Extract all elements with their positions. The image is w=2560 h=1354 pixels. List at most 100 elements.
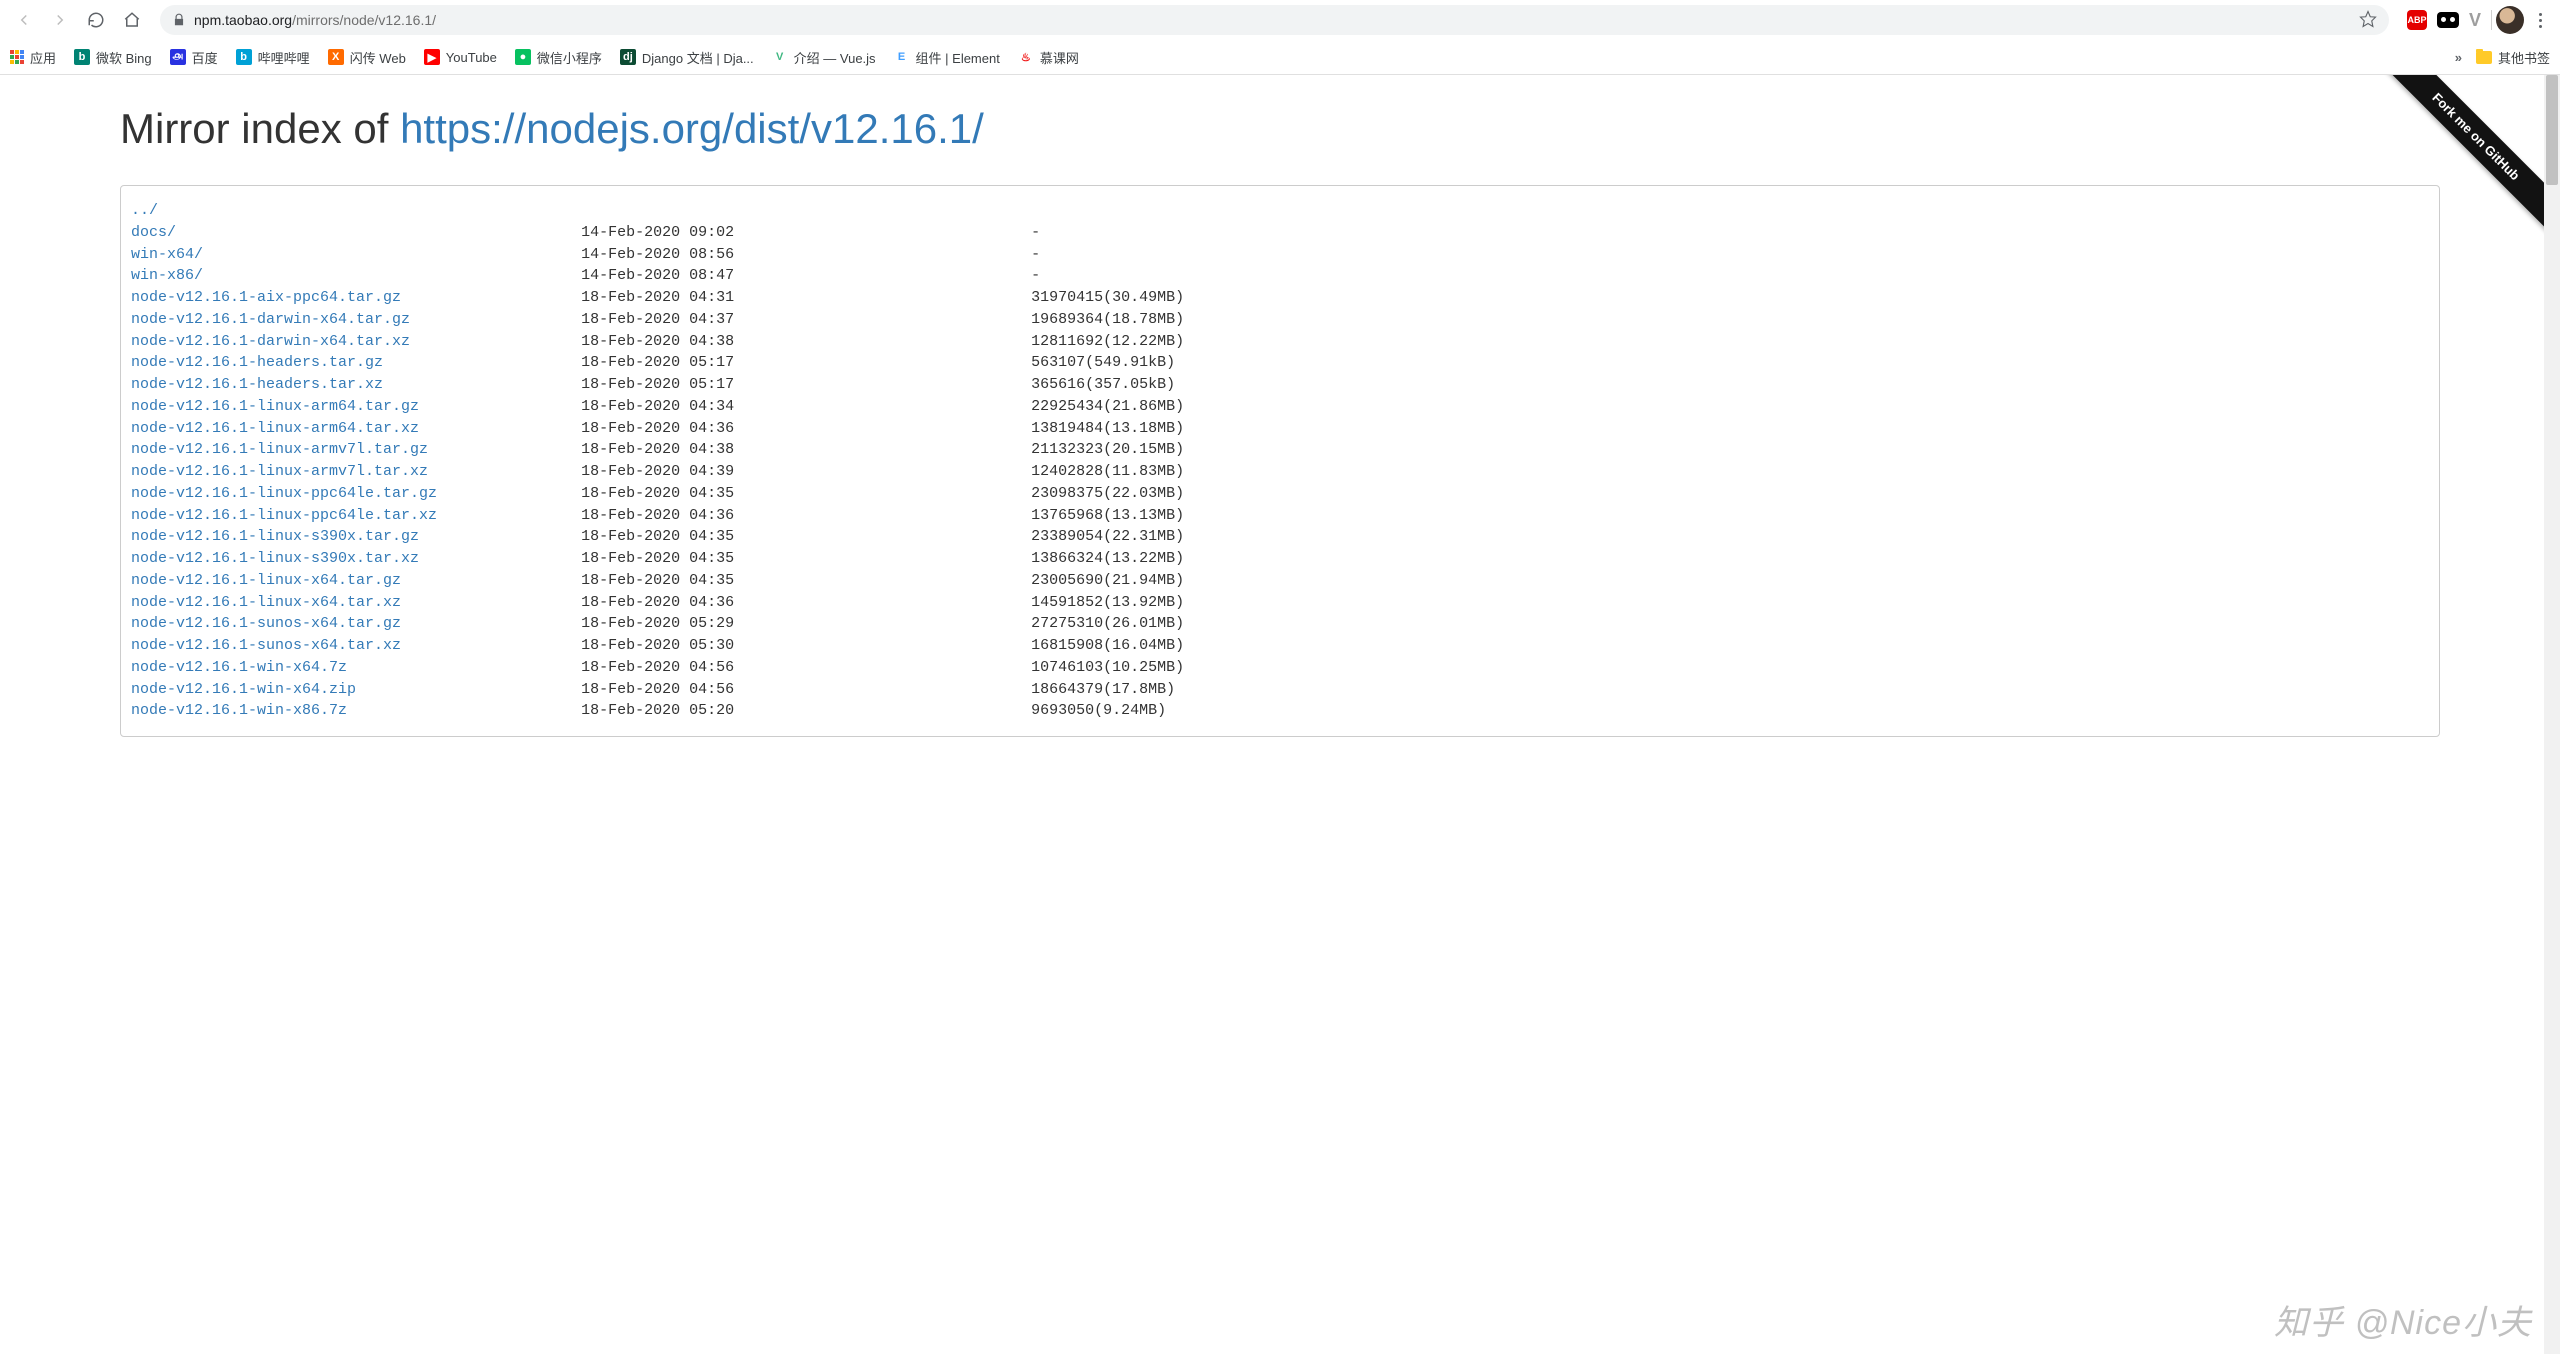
file-link[interactable]: node-v12.16.1-darwin-x64.tar.gz [131,311,410,328]
file-link[interactable]: node-v12.16.1-win-x64.7z [131,659,347,676]
bookmark-label: 慕课网 [1040,48,1079,67]
extension-icon[interactable] [2437,12,2459,28]
bookmark-label: 哔哩哔哩 [258,48,310,67]
bookmarks-overflow-button[interactable]: » [2455,50,2462,65]
listing-row: node-v12.16.1-win-x64.7z 18-Feb-2020 04:… [131,657,2429,679]
title-prefix: Mirror index of [120,105,400,152]
file-link[interactable]: node-v12.16.1-win-x64.zip [131,681,356,698]
listing-row: node-v12.16.1-linux-armv7l.tar.gz 18-Feb… [131,439,2429,461]
bookmark-label: 微软 Bing [96,48,152,67]
file-link[interactable]: win-x86/ [131,267,203,284]
url-path: /mirrors/node/v12.16.1/ [292,12,436,28]
file-link[interactable]: node-v12.16.1-linux-x64.tar.gz [131,572,401,589]
reload-button[interactable] [80,4,112,36]
bookmark-label: 组件 | Element [916,48,1000,67]
listing-row: node-v12.16.1-sunos-x64.tar.gz 18-Feb-20… [131,613,2429,635]
home-button[interactable] [116,4,148,36]
bookmark-label: YouTube [446,50,497,65]
listing-row: node-v12.16.1-linux-armv7l.tar.xz 18-Feb… [131,461,2429,483]
file-link[interactable]: node-v12.16.1-win-x86.7z [131,702,347,719]
listing-row: node-v12.16.1-linux-x64.tar.gz 18-Feb-20… [131,570,2429,592]
bookmark-star-icon[interactable] [2359,10,2377,31]
bookmark-item[interactable]: ♨慕课网 [1018,48,1079,67]
bookmark-favicon: E [894,49,910,65]
file-link[interactable]: node-v12.16.1-linux-armv7l.tar.gz [131,441,428,458]
file-link[interactable]: node-v12.16.1-linux-s390x.tar.gz [131,528,419,545]
file-link[interactable]: node-v12.16.1-linux-arm64.tar.xz [131,420,419,437]
listing-row: node-v12.16.1-aix-ppc64.tar.gz 18-Feb-20… [131,287,2429,309]
title-link[interactable]: https://nodejs.org/dist/v12.16.1/ [400,105,984,152]
lock-icon [172,13,186,27]
scrollbar-track[interactable] [2544,75,2560,1354]
listing-row: node-v12.16.1-linux-ppc64le.tar.xz 18-Fe… [131,505,2429,527]
bookmark-favicon: ௮ [170,49,186,65]
back-button[interactable] [8,4,40,36]
listing-row: node-v12.16.1-linux-ppc64le.tar.gz 18-Fe… [131,483,2429,505]
bookmark-label: 介绍 — Vue.js [794,48,876,67]
apps-button[interactable]: 应用 [10,48,56,67]
directory-listing: ../docs/ 14-Feb-2020 09:02 -win-x64/ 14-… [120,185,2440,737]
bookmark-label: 微信小程序 [537,48,602,67]
bookmark-item[interactable]: V介绍 — Vue.js [772,48,876,67]
listing-row: ../ [131,200,2429,222]
bookmark-item[interactable]: dj Django 文档 | Dja... [620,48,754,67]
listing-row: node-v12.16.1-darwin-x64.tar.xz 18-Feb-2… [131,331,2429,353]
file-link[interactable]: ../ [131,202,158,219]
separator [2491,10,2492,30]
file-link[interactable]: node-v12.16.1-linux-s390x.tar.xz [131,550,419,567]
other-bookmarks-label: 其他书签 [2498,48,2550,67]
file-link[interactable]: win-x64/ [131,246,203,263]
address-bar[interactable]: npm.taobao.org/mirrors/node/v12.16.1/ [160,5,2389,35]
bookmark-item[interactable]: X闪传 Web [328,48,406,67]
extension-icons: ABP V [2401,10,2487,31]
file-link[interactable]: node-v12.16.1-linux-ppc64le.tar.gz [131,485,437,502]
file-link[interactable]: node-v12.16.1-linux-x64.tar.xz [131,594,401,611]
bookmark-item[interactable]: ●微信小程序 [515,48,602,67]
file-link[interactable]: node-v12.16.1-sunos-x64.tar.xz [131,637,401,654]
profile-avatar[interactable] [2496,6,2524,34]
page-title: Mirror index of https://nodejs.org/dist/… [120,105,2440,153]
bookmark-favicon: ▶ [424,49,440,65]
bookmark-label: Django 文档 | Dja... [642,48,754,67]
folder-icon [2476,51,2492,64]
apps-grid-icon [10,50,24,64]
listing-row: node-v12.16.1-win-x86.7z 18-Feb-2020 05:… [131,700,2429,722]
bookmark-item[interactable]: b 哔哩哔哩 [236,48,310,67]
file-link[interactable]: node-v12.16.1-aix-ppc64.tar.gz [131,289,401,306]
listing-row: node-v12.16.1-sunos-x64.tar.xz 18-Feb-20… [131,635,2429,657]
forward-button[interactable] [44,4,76,36]
listing-row: win-x64/ 14-Feb-2020 08:56 - [131,244,2429,266]
browser-chrome: npm.taobao.org/mirrors/node/v12.16.1/ AB… [0,0,2560,75]
bookmark-item[interactable]: ௮ 百度 [170,48,218,67]
file-link[interactable]: node-v12.16.1-headers.tar.gz [131,354,383,371]
file-link[interactable]: docs/ [131,224,176,241]
file-link[interactable]: node-v12.16.1-darwin-x64.tar.xz [131,333,410,350]
file-link[interactable]: node-v12.16.1-headers.tar.xz [131,376,383,393]
file-link[interactable]: node-v12.16.1-sunos-x64.tar.gz [131,615,401,632]
bookmark-label: 百度 [192,48,218,67]
other-bookmarks-button[interactable]: 其他书签 [2476,48,2550,67]
bookmark-favicon: b [236,49,252,65]
adblock-extension-icon[interactable]: ABP [2407,10,2427,30]
bookmarks-bar: 应用 b 微软 Bing ௮ 百度 b 哔哩哔哩 X闪传 Web ▶ YouTube ●微信小程序… [0,40,2560,74]
chrome-menu-button[interactable] [2528,13,2552,28]
url-host: npm.taobao.org [194,12,292,28]
listing-row: node-v12.16.1-darwin-x64.tar.gz 18-Feb-2… [131,309,2429,331]
bookmark-item[interactable]: E 组件 | Element [894,48,1000,67]
listing-row: node-v12.16.1-linux-x64.tar.xz 18-Feb-20… [131,592,2429,614]
vue-devtools-icon[interactable]: V [2469,10,2481,31]
file-link[interactable]: node-v12.16.1-linux-ppc64le.tar.xz [131,507,437,524]
bookmark-favicon: X [328,49,344,65]
page-viewport: Fork me on GitHub Mirror index of https:… [0,75,2560,1354]
scrollbar-thumb[interactable] [2546,75,2558,185]
listing-row: node-v12.16.1-headers.tar.gz 18-Feb-2020… [131,352,2429,374]
file-link[interactable]: node-v12.16.1-linux-arm64.tar.gz [131,398,419,415]
bookmark-favicon: b [74,49,90,65]
listing-row: node-v12.16.1-linux-arm64.tar.gz 18-Feb-… [131,396,2429,418]
listing-row: node-v12.16.1-win-x64.zip 18-Feb-2020 04… [131,679,2429,701]
listing-row: node-v12.16.1-linux-s390x.tar.gz 18-Feb-… [131,526,2429,548]
bookmark-favicon: dj [620,49,636,65]
bookmark-item[interactable]: ▶ YouTube [424,49,497,65]
bookmark-item[interactable]: b 微软 Bing [74,48,152,67]
file-link[interactable]: node-v12.16.1-linux-armv7l.tar.xz [131,463,428,480]
